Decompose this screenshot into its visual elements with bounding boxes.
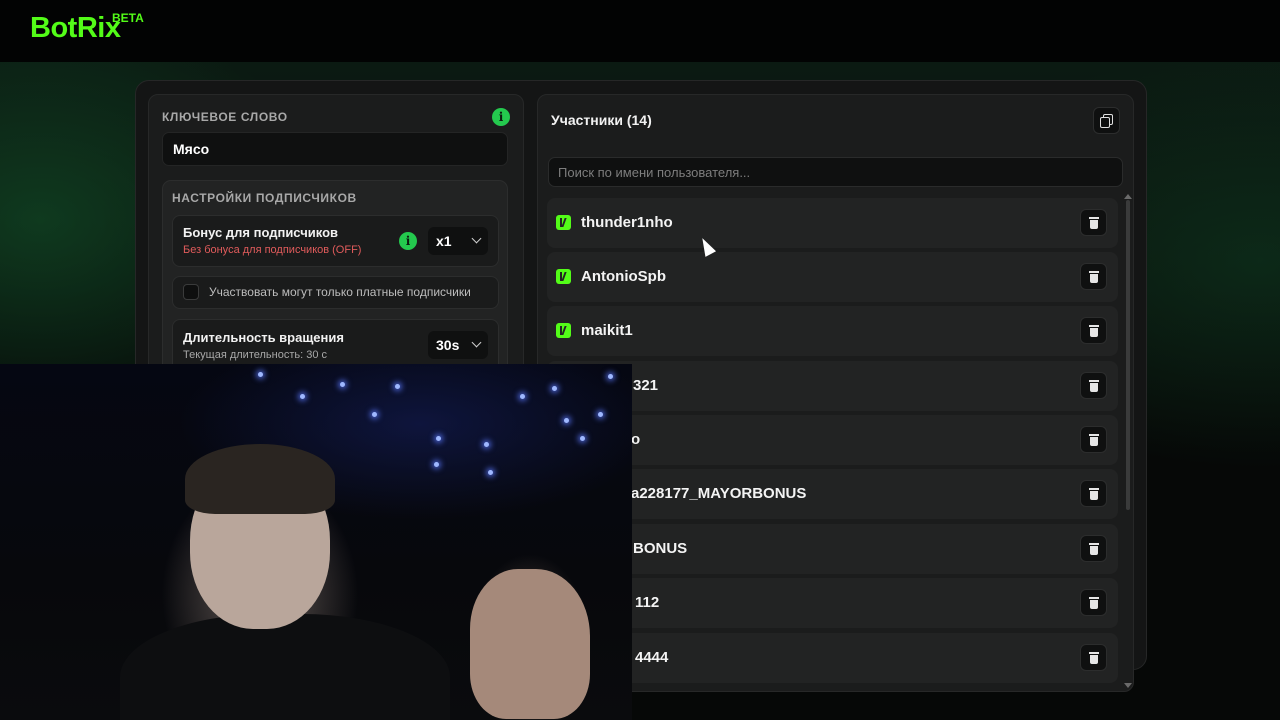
list-item: 4444 xyxy=(547,633,1118,683)
list-item: a228177_MAYORBONUS xyxy=(547,469,1118,519)
person-hair xyxy=(185,444,335,514)
string-light xyxy=(580,436,585,441)
spin-duration-title: Длительность вращения xyxy=(183,330,344,345)
participant-name: maikit1 xyxy=(581,322,633,339)
spin-duration-value: 30s xyxy=(436,337,460,353)
scroll-up-arrow[interactable] xyxy=(1124,194,1132,199)
subscriber-settings-title: НАСТРОЙКИ ПОДПИСЧИКОВ xyxy=(172,191,357,205)
bonus-multiplier-select[interactable]: x1 xyxy=(428,227,488,255)
bonus-multiplier-value: x1 xyxy=(436,233,452,249)
keyword-label: КЛЮЧЕВОЕ СЛОВО xyxy=(162,110,288,124)
copy-icon-front xyxy=(1100,117,1110,128)
chevron-down-icon xyxy=(471,233,482,244)
string-light xyxy=(552,386,557,391)
trash-icon xyxy=(1090,437,1098,446)
kick-icon xyxy=(556,269,571,284)
participants-title: Участники (14) xyxy=(551,112,652,128)
list-item: o xyxy=(547,415,1118,465)
list-item: 112 xyxy=(547,578,1118,628)
webcam-overlay xyxy=(0,364,632,720)
delete-button[interactable] xyxy=(1080,317,1107,344)
logo[interactable]: BotRix xyxy=(30,12,121,45)
list-item: AntonioSpb xyxy=(547,252,1118,302)
chevron-down-icon xyxy=(471,337,482,348)
trash-icon xyxy=(1090,546,1098,555)
delete-button[interactable] xyxy=(1080,535,1107,562)
trash-icon xyxy=(1090,383,1098,392)
string-light xyxy=(488,470,493,475)
string-light xyxy=(300,394,305,399)
participant-name: 112 xyxy=(635,594,660,611)
subscriber-bonus-status: Без бонуса для подписчиков (OFF) xyxy=(183,244,362,256)
delete-button[interactable] xyxy=(1080,263,1107,290)
participant-name: thunder1nho xyxy=(581,214,673,231)
participant-name: BONUS xyxy=(633,540,688,557)
string-light xyxy=(258,372,263,377)
person-hand xyxy=(470,569,590,719)
person-torso xyxy=(120,614,450,720)
participant-name: 4444 xyxy=(635,649,669,666)
string-light xyxy=(484,442,489,447)
kick-icon xyxy=(556,215,571,230)
trash-icon xyxy=(1090,220,1098,229)
string-light xyxy=(434,462,439,467)
trash-icon xyxy=(1090,491,1098,500)
kick-icon xyxy=(556,323,571,338)
string-light xyxy=(436,436,441,441)
participants-list: thunder1nho AntonioSpb maikit1 321 o a22… xyxy=(547,198,1118,686)
participant-search-input[interactable] xyxy=(548,157,1123,187)
subscriber-bonus-title: Бонус для подписчиков xyxy=(183,225,339,240)
delete-button[interactable] xyxy=(1080,209,1107,236)
string-light xyxy=(520,394,525,399)
list-item: thunder1nho xyxy=(547,198,1118,248)
trash-icon xyxy=(1090,600,1098,609)
list-item: BONUS xyxy=(547,524,1118,574)
trash-icon xyxy=(1090,274,1098,283)
delete-button[interactable] xyxy=(1080,372,1107,399)
list-item: 321 xyxy=(547,361,1118,411)
subscriber-bonus-row: Бонус для подписчиков Без бонуса для под… xyxy=(172,215,499,267)
string-light xyxy=(340,382,345,387)
string-light xyxy=(598,412,603,417)
paid-only-checkbox[interactable] xyxy=(183,284,199,300)
string-light xyxy=(608,374,613,379)
spin-duration-current: Текущая длительность: 30 с xyxy=(183,349,327,361)
delete-button[interactable] xyxy=(1080,426,1107,453)
trash-icon xyxy=(1090,655,1098,664)
spin-duration-select[interactable]: 30s xyxy=(428,331,488,359)
string-light xyxy=(372,412,377,417)
top-bar: BotRix BETA xyxy=(0,0,1280,62)
trash-icon xyxy=(1090,328,1098,337)
delete-button[interactable] xyxy=(1080,589,1107,616)
info-icon[interactable]: i xyxy=(492,108,510,126)
copy-button[interactable] xyxy=(1093,107,1120,134)
string-light xyxy=(564,418,569,423)
scroll-down-arrow[interactable] xyxy=(1124,683,1132,688)
info-icon[interactable]: i xyxy=(399,232,417,250)
scrollbar[interactable] xyxy=(1126,200,1130,510)
participant-name: o xyxy=(631,431,641,448)
participant-name: a228177_MAYORBONUS xyxy=(631,485,807,502)
delete-button[interactable] xyxy=(1080,480,1107,507)
delete-button[interactable] xyxy=(1080,644,1107,671)
list-item: maikit1 xyxy=(547,306,1118,356)
beta-badge: BETA xyxy=(112,11,144,25)
keyword-input[interactable]: Мясо xyxy=(162,132,508,166)
participant-name: 321 xyxy=(633,377,659,394)
participant-name: AntonioSpb xyxy=(581,268,666,285)
paid-only-label: Участвовать могут только платные подписч… xyxy=(209,285,471,299)
string-light xyxy=(395,384,400,389)
